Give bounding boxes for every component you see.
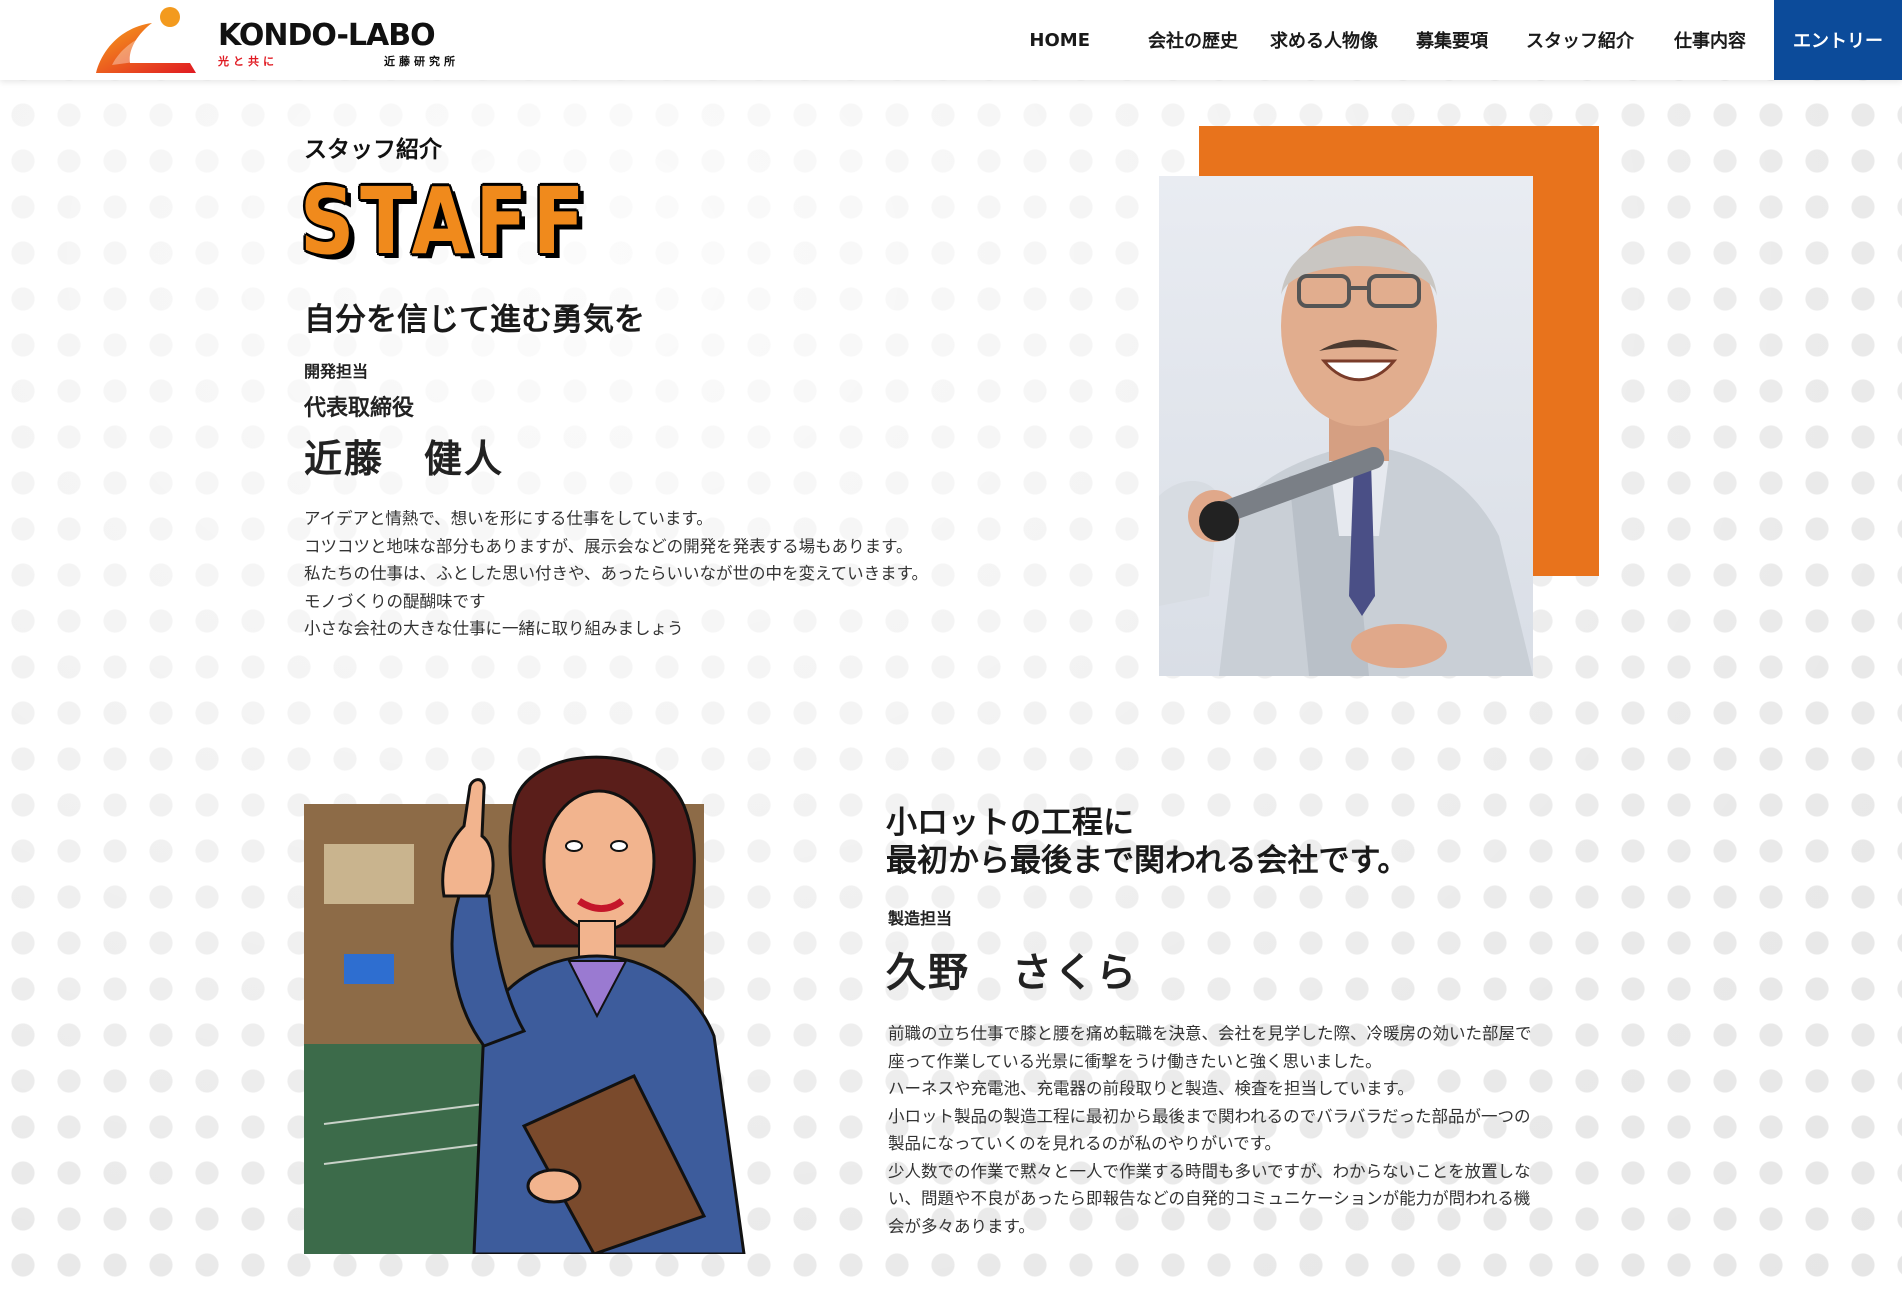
staff2-illustration bbox=[304, 746, 746, 1254]
nav-ideal-person[interactable]: 求める人物像 bbox=[1270, 27, 1378, 53]
staff1-role: 代表取締役 bbox=[304, 396, 415, 421]
staff2-body-line: ハーネスや充電池、充電器の前段取りと製造、検査を担当しています。 bbox=[888, 1079, 1414, 1098]
staff1-name: 近藤 健人 bbox=[304, 437, 505, 481]
staff1-body-line: 私たちの仕事は、ふとした思い付きや、あったらいいなが世の中を変えていきます。 bbox=[304, 564, 929, 583]
staff1-body-line: アイデアと情熱で、想いを形にする仕事をしています。 bbox=[304, 509, 713, 528]
woman-illustration-icon bbox=[441, 755, 746, 1254]
nav-work[interactable]: 仕事内容 bbox=[1674, 27, 1746, 53]
nav-home[interactable]: HOME bbox=[1029, 30, 1090, 51]
staff2-headline-line: 小ロットの工程に bbox=[886, 805, 1134, 841]
site-header: KONDO-LABO 光と共に 近藤研究所 HOME 会社の歴史 求める人物像 … bbox=[0, 0, 1902, 80]
staff1-body: アイデアと情熱で、想いを形にする仕事をしています。 コツコツと地味な部分もありま… bbox=[304, 505, 1004, 643]
staff1-body-line: モノづくりの醍醐味です bbox=[304, 591, 486, 611]
staff2-body-line: 会が多々あります。 bbox=[888, 1216, 1035, 1236]
staff2-body-line: い、問題や不良があったら即報告などの自発的コミュニケーションが能力が問われる機 bbox=[888, 1189, 1531, 1208]
entry-button[interactable]: エントリー bbox=[1774, 0, 1902, 80]
logo-mark-icon bbox=[96, 7, 196, 73]
main-nav: HOME 会社の歴史 求める人物像 募集要項 スタッフ紹介 仕事内容 エントリー bbox=[1029, 0, 1902, 80]
staff2-body-line: 前職の立ち仕事で膝と腰を痛め転職を決意、会社を見学した際、冷暖房の効いた部屋で bbox=[888, 1024, 1532, 1043]
site-logo[interactable]: KONDO-LABO 光と共に 近藤研究所 bbox=[92, 5, 482, 77]
section-label: スタッフ紹介 bbox=[304, 137, 442, 163]
staff1-department: 開発担当 bbox=[304, 362, 369, 381]
logo-tagline: 光と共に bbox=[218, 55, 278, 68]
staff2-body: 前職の立ち仕事で膝と腰を痛め転職を決意、会社を見学した際、冷暖房の効いた部屋で … bbox=[888, 1020, 1608, 1240]
nav-requirements[interactable]: 募集要項 bbox=[1416, 27, 1488, 53]
staff1-headline: 自分を信じて進む勇気を bbox=[304, 302, 645, 338]
staff2-headline-line: 最初から最後まで関われる会社です。 bbox=[886, 843, 1409, 879]
staff1-body-line: コツコツと地味な部分もありますが、展示会などの開発を発表する場もあります。 bbox=[304, 536, 913, 556]
staff1-body-line: 小さな会社の大きな仕事に一緒に取り組みましょう bbox=[304, 619, 684, 638]
staff2-department: 製造担当 bbox=[888, 909, 953, 928]
staff2-body-line: 製品になっていくのを見れるのが私のやりがいです。 bbox=[888, 1134, 1282, 1153]
nav-staff[interactable]: スタッフ紹介 bbox=[1526, 27, 1634, 53]
staff2-body-line: 少人数での作業で黙々と一人で作業する時間も多いですが、わからないことを放置しな bbox=[888, 1161, 1531, 1181]
man-portrait-icon bbox=[1159, 226, 1533, 676]
staff2-body-line: 座って作業している光景に衝撃をうけ働きたいと強く思いました。 bbox=[888, 1051, 1382, 1071]
staff1-photo bbox=[1159, 176, 1533, 676]
staff2-body-line: 小ロット製品の製造工程に最初から最後まで関われるのでバラバラだった部品が一つの bbox=[888, 1106, 1531, 1126]
staff2-headline: 小ロットの工程に 最初から最後まで関われる会社です。 bbox=[886, 804, 1408, 880]
staff-title: STAFF bbox=[300, 168, 591, 275]
logo-wordmark: KONDO-LABO bbox=[218, 18, 436, 53]
logo-subtitle: 近藤研究所 bbox=[384, 55, 459, 68]
staff2-name: 久野 さくら bbox=[886, 950, 1138, 996]
nav-history[interactable]: 会社の歴史 bbox=[1148, 27, 1238, 53]
